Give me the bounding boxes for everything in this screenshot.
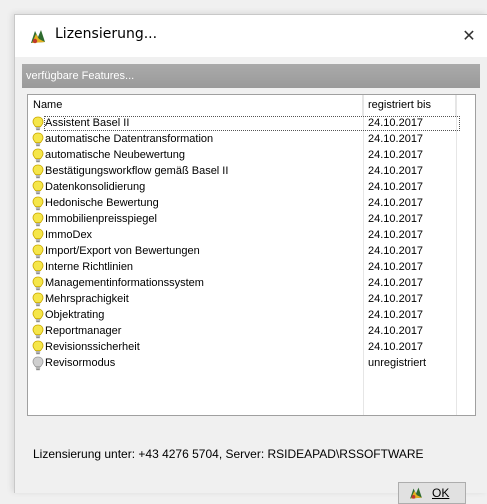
feature-name: Objektrating (45, 309, 105, 321)
feature-name: automatische Datentransformation (45, 133, 214, 145)
app-logo-icon (31, 30, 45, 44)
registered-until: 24.10.2017 (368, 325, 424, 337)
lightbulb-on-icon (32, 148, 44, 164)
feature-name: Reportmanager (45, 325, 122, 337)
list-item[interactable]: Datenkonsolidierung 24.10.2017 (28, 180, 475, 196)
lightbulb-on-icon (32, 180, 44, 196)
feature-name: Immobilienpreisspiegel (45, 213, 157, 225)
list-item[interactable]: Revisionssicherheit 24.10.2017 (28, 340, 475, 356)
feature-name: Managementinformationssystem (45, 277, 204, 289)
list-item[interactable]: Hedonische Bewertung 24.10.2017 (28, 196, 475, 212)
title-bar[interactable]: Lizensierung... ✕ (15, 15, 487, 57)
registered-until: 24.10.2017 (368, 181, 424, 193)
registered-until: 24.10.2017 (368, 213, 424, 225)
column-header-name[interactable]: Name (28, 95, 363, 116)
registered-until: 24.10.2017 (368, 197, 424, 209)
feature-name: Import/Export von Bewertungen (45, 245, 200, 257)
lightbulb-off-icon (32, 356, 44, 372)
lightbulb-on-icon (32, 132, 44, 148)
list-item[interactable]: Assistent Basel II 24.10.2017 (28, 116, 475, 132)
list-item[interactable]: Bestätigungsworkflow gemäß Basel II 24.10… (28, 164, 475, 180)
lightbulb-on-icon (32, 324, 44, 340)
list-item[interactable]: Managementinformationssystem 24.10.2017 (28, 276, 475, 292)
registered-until: 24.10.2017 (368, 229, 424, 241)
lightbulb-on-icon (32, 116, 44, 132)
license-info-text: Lizensierung unter: +43 4276 5704, Serve… (33, 447, 424, 461)
list-item[interactable]: Import/Export von Bewertungen 24.10.2017 (28, 244, 475, 260)
registered-until: 24.10.2017 (368, 293, 424, 305)
lightbulb-on-icon (32, 196, 44, 212)
registered-until: 24.10.2017 (368, 245, 424, 257)
registered-until: unregistriert (368, 357, 427, 369)
registered-until: 24.10.2017 (368, 165, 424, 177)
list-item[interactable]: Objektrating 24.10.2017 (28, 308, 475, 324)
list-item[interactable]: Revisormodus unregistriert (28, 356, 475, 372)
registered-until: 24.10.2017 (368, 309, 424, 321)
list-item[interactable]: automatische Neubewertung 24.10.2017 (28, 148, 475, 164)
feature-name: Mehrsprachigkeit (45, 293, 129, 305)
app-logo-icon (410, 487, 422, 499)
registered-until: 24.10.2017 (368, 149, 424, 161)
registered-until: 24.10.2017 (368, 341, 424, 353)
lightbulb-on-icon (32, 308, 44, 324)
list-item[interactable]: Immobilienpreisspiegel 24.10.2017 (28, 212, 475, 228)
ok-button-label: OK (432, 486, 450, 500)
list-item[interactable]: Mehrsprachigkeit 24.10.2017 (28, 292, 475, 308)
feature-name: Hedonische Bewertung (45, 197, 159, 209)
ok-button[interactable]: OK (398, 482, 466, 504)
close-button[interactable]: ✕ (457, 24, 481, 48)
feature-name: Datenkonsolidierung (45, 181, 146, 193)
lightbulb-on-icon (32, 292, 44, 308)
window-title: Lizensierung... (55, 26, 158, 42)
registered-until: 24.10.2017 (368, 277, 424, 289)
feature-name: automatische Neubewertung (45, 149, 186, 161)
list-item[interactable]: automatische Datentransformation 24.10.20… (28, 132, 475, 148)
column-header-registered-until[interactable]: registriert bis (363, 95, 456, 116)
lightbulb-on-icon (32, 260, 44, 276)
lightbulb-on-icon (32, 164, 44, 180)
close-icon: ✕ (462, 26, 476, 45)
list-header: Name registriert bis (28, 95, 475, 116)
lightbulb-on-icon (32, 228, 44, 244)
feature-name: Interne Richtlinien (45, 261, 134, 273)
registered-until: 24.10.2017 (368, 117, 424, 129)
lightbulb-on-icon (32, 340, 44, 356)
lightbulb-on-icon (32, 212, 44, 228)
list-item[interactable]: Interne Richtlinien 24.10.2017 (28, 260, 475, 276)
feature-name: Revisionssicherheit (45, 341, 140, 353)
license-dialog: Lizensierung... ✕ verfügbare Features...… (14, 14, 487, 504)
features-list[interactable]: Name registriert bis Assistent Basel II 2… (27, 94, 476, 416)
list-item[interactable]: Reportmanager 24.10.2017 (28, 324, 475, 340)
registered-until: 24.10.2017 (368, 261, 424, 273)
feature-name: Assistent Basel II (45, 117, 130, 129)
section-header: verfügbare Features... (22, 64, 480, 88)
list-item[interactable]: ImmoDex 24.10.2017 (28, 228, 475, 244)
lightbulb-on-icon (32, 244, 44, 260)
registered-until: 24.10.2017 (368, 133, 424, 145)
lightbulb-on-icon (32, 276, 44, 292)
dialog-client-area: verfügbare Features... Name registriert … (15, 57, 487, 504)
feature-name: Bestätigungsworkflow gemäß Basel II (45, 165, 229, 177)
feature-name: ImmoDex (45, 229, 93, 241)
feature-name: Revisormodus (45, 357, 116, 369)
